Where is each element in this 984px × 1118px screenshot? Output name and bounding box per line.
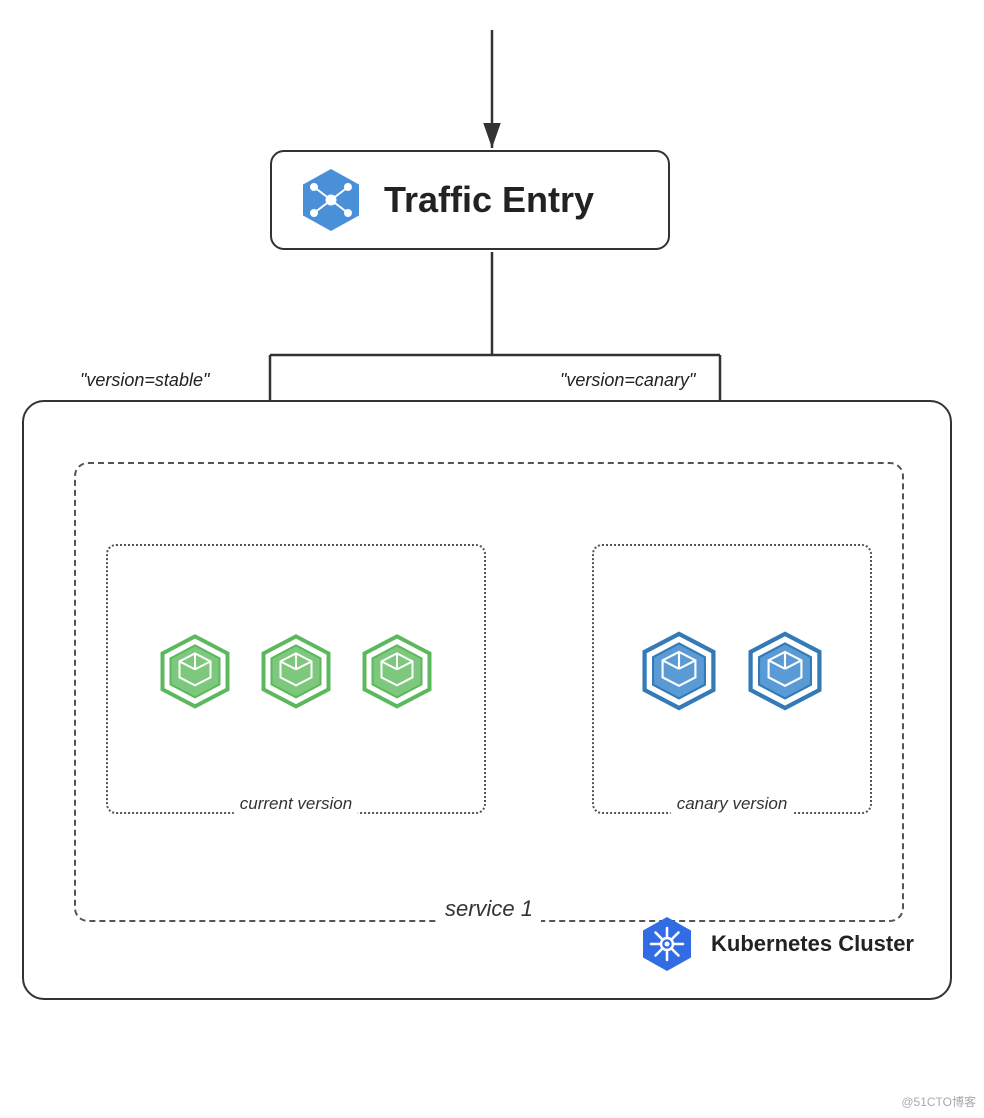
k8s-cluster-box: current version (22, 400, 952, 1000)
diagram-container: Traffic Entry "version=stable" "version=… (0, 0, 984, 1118)
traffic-entry-box: Traffic Entry (270, 150, 670, 250)
k8s-icon (637, 914, 697, 974)
canary-version-label: canary version (671, 794, 794, 814)
current-version-box: current version (106, 544, 486, 814)
green-pod-3 (355, 631, 440, 716)
blue-pod-1 (634, 629, 724, 719)
canary-version-box: canary version (592, 544, 872, 814)
canary-version-pods (634, 629, 830, 719)
service1-label: service 1 (437, 896, 541, 922)
blue-pod-2 (740, 629, 830, 719)
green-pod-2 (254, 631, 339, 716)
k8s-cluster-label: Kubernetes Cluster (711, 931, 914, 957)
watermark: @51CTO博客 (901, 1093, 976, 1110)
k8s-label-row: Kubernetes Cluster (637, 914, 914, 974)
traffic-entry-label: Traffic Entry (384, 179, 594, 221)
current-version-label: current version (234, 794, 358, 814)
service1-box: current version (74, 462, 904, 922)
version-stable-label: "version=stable" (80, 370, 209, 391)
version-canary-label: "version=canary" (560, 370, 695, 391)
traffic-entry-icon (296, 165, 366, 235)
green-pod-1 (153, 631, 238, 716)
current-version-pods (153, 631, 440, 716)
